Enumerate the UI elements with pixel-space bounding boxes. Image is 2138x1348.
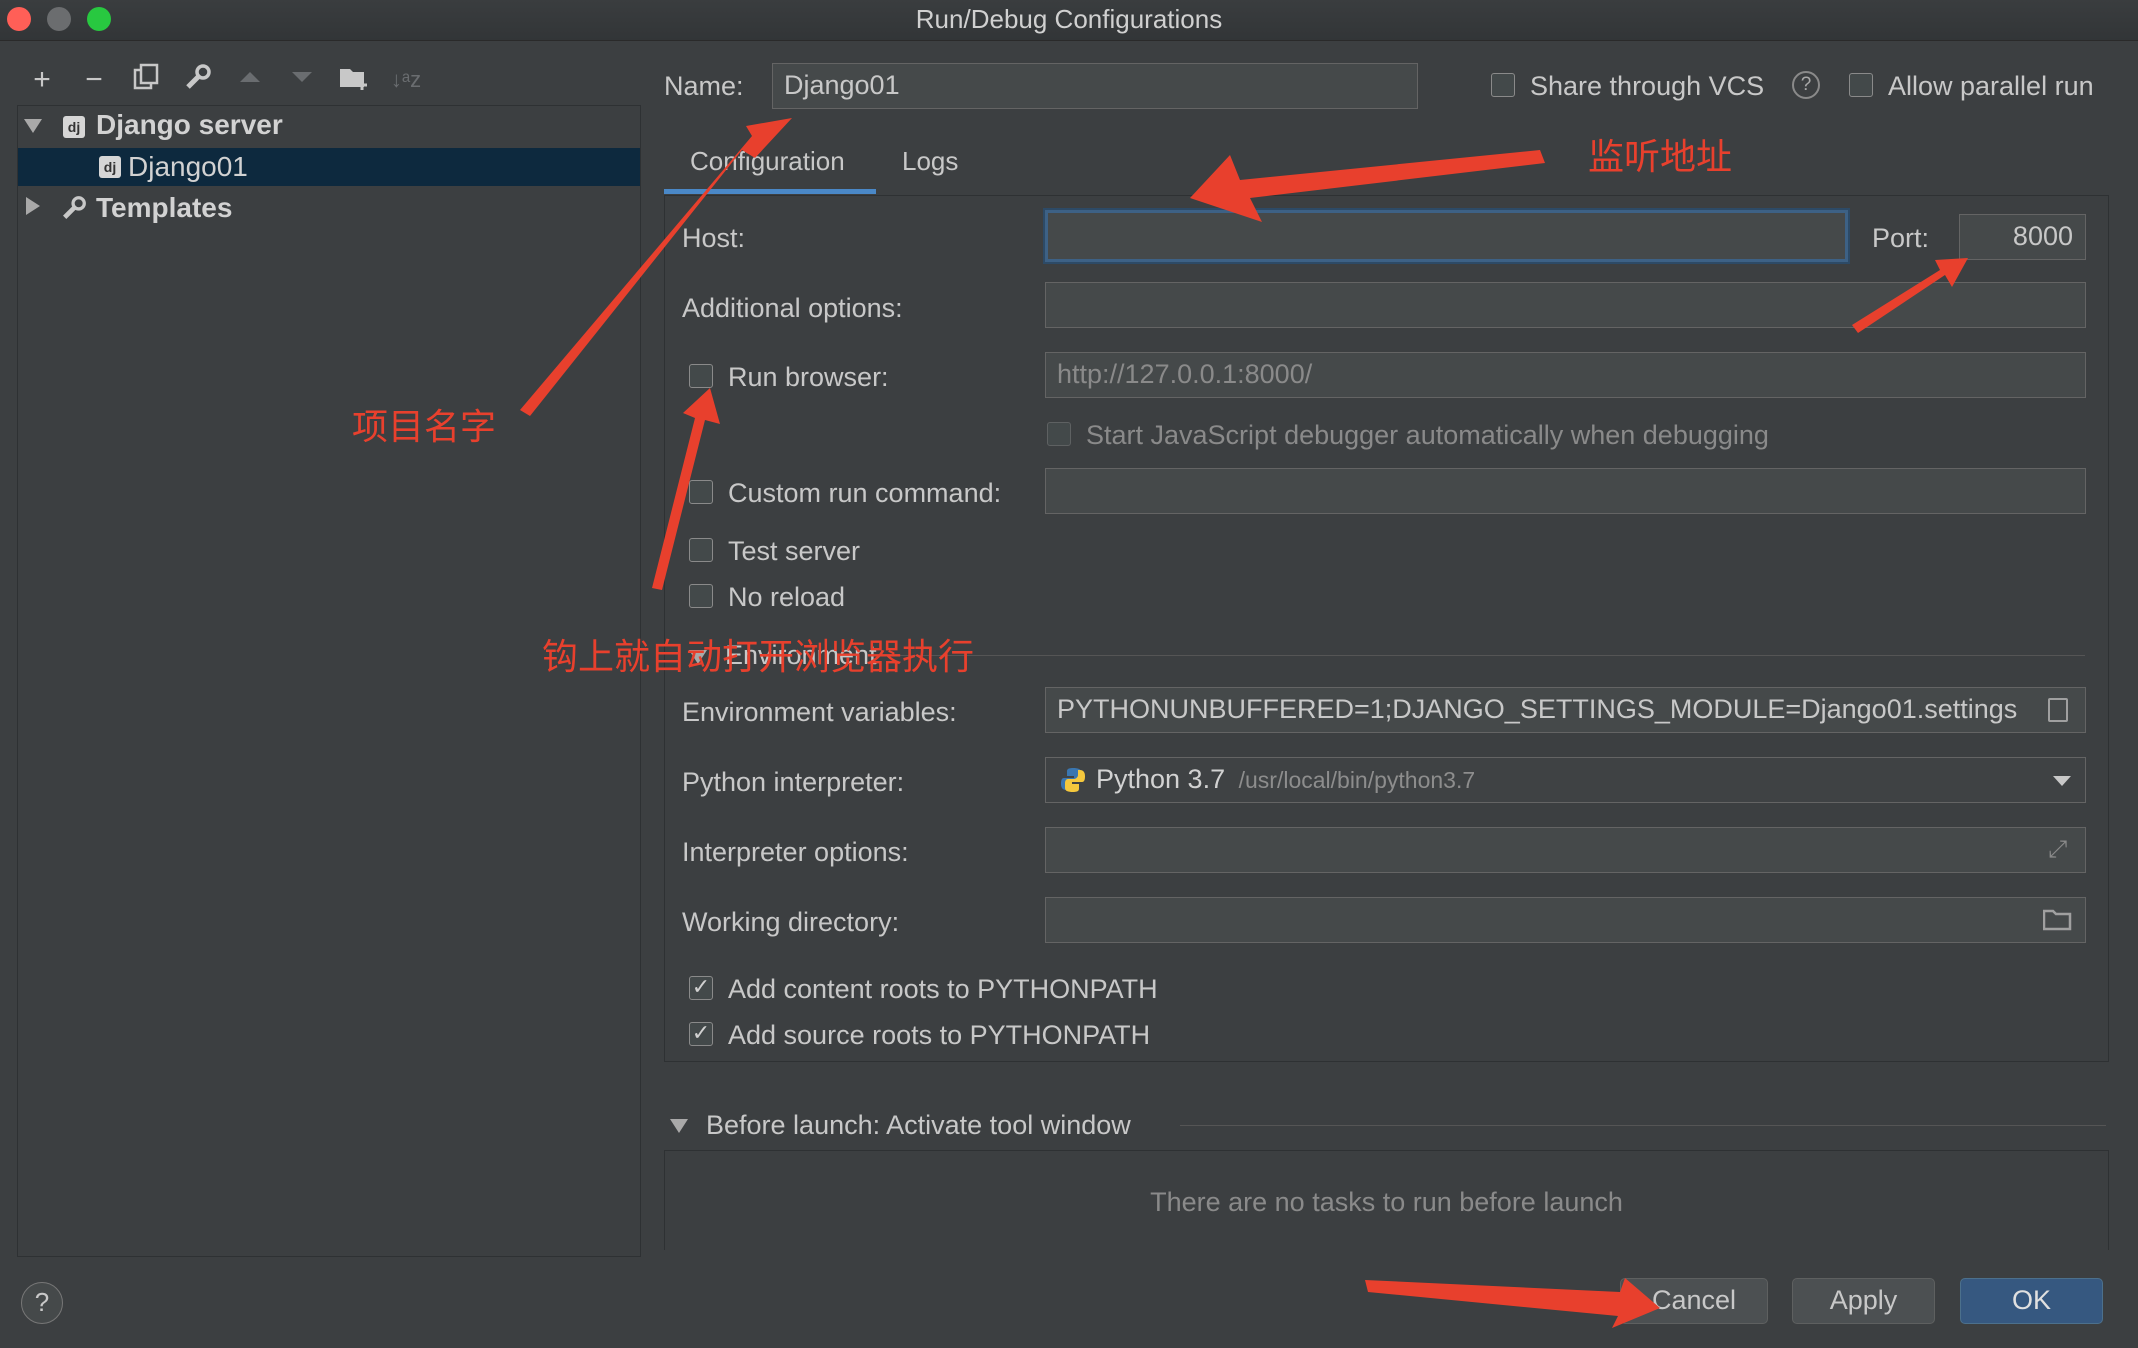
before-launch-label[interactable]: Before launch: Activate tool window — [706, 1110, 1131, 1141]
allow-parallel-label: Allow parallel run — [1888, 71, 2094, 101]
port-label: Port: — [1872, 223, 1930, 253]
custom-run-command-input[interactable] — [1045, 468, 2086, 514]
no-tasks-text: There are no tasks to run before launch — [1150, 1187, 1623, 1217]
tab-configuration[interactable]: Configuration — [690, 146, 845, 177]
window-title: Run/Debug Configurations — [915, 4, 1223, 34]
ok-button[interactable]: OK — [1960, 1278, 2103, 1324]
host-label: Host: — [682, 223, 746, 253]
python-interpreter-select[interactable]: Python 3.7 /usr/local/bin/python3.7 — [1045, 757, 2086, 803]
tree-item-label: Django01 — [128, 151, 248, 182]
cancel-button[interactable]: Cancel — [1620, 1278, 1768, 1324]
run-browser-label: Run browser: — [728, 362, 889, 392]
tree-item-django01[interactable]: dj Django01 — [18, 148, 640, 186]
apply-button[interactable]: Apply — [1792, 1278, 1935, 1324]
active-tab-indicator — [664, 189, 876, 194]
django-icon: dj — [99, 156, 121, 178]
environment-separator — [885, 655, 2085, 656]
source-roots-label: Add source roots to PYTHONPATH — [728, 1020, 1151, 1050]
custom-run-command-checkbox[interactable] — [689, 480, 713, 504]
django-icon: dj — [63, 116, 85, 138]
test-server-checkbox[interactable] — [689, 538, 713, 562]
arrow-to-cancel — [1365, 1278, 1660, 1328]
sort-icon[interactable]: ↓ᵃz — [388, 62, 424, 98]
js-debugger-checkbox[interactable] — [1047, 422, 1071, 446]
env-vars-label: Environment variables: — [682, 697, 957, 727]
no-reload-checkbox[interactable] — [689, 584, 713, 608]
env-vars-input[interactable]: PYTHONUNBUFFERED=1;DJANGO_SETTINGS_MODUL… — [1045, 687, 2086, 733]
edit-list-icon[interactable] — [2048, 698, 2068, 722]
share-vcs-checkbox[interactable] — [1491, 73, 1515, 97]
allow-parallel-checkbox[interactable] — [1849, 73, 1873, 97]
wrench-icon — [60, 194, 88, 227]
before-launch-separator — [1180, 1125, 2106, 1126]
annotation-project-name: 项目名字 — [352, 406, 497, 447]
tree-item-templates[interactable]: Templates — [96, 189, 232, 227]
wrench-icon[interactable] — [180, 62, 216, 98]
python-icon — [1059, 766, 1087, 799]
move-up-icon[interactable] — [232, 62, 268, 98]
expand-icon[interactable]: ⤢ — [2048, 836, 2067, 864]
test-server-label: Test server — [728, 536, 861, 566]
port-input[interactable]: 8000 — [1959, 214, 2086, 260]
help-button[interactable]: ? — [21, 1282, 63, 1324]
python-interpreter-label: Python interpreter: — [682, 767, 905, 797]
additional-options-label: Additional options: — [682, 293, 903, 323]
annotation-auto-open-browser: 钩上就自动打开浏览器执行 — [542, 636, 975, 677]
copy-icon[interactable] — [128, 62, 164, 98]
python-interpreter-path: /usr/local/bin/python3.7 — [1238, 767, 1476, 793]
configuration-tree: dj Django server dj Django01 Templates — [17, 105, 641, 1257]
run-browser-url-input[interactable]: http://127.0.0.1:8000/ — [1045, 352, 2086, 398]
content-roots-label: Add content roots to PYTHONPATH — [728, 974, 1158, 1004]
working-directory-input[interactable] — [1045, 897, 2086, 943]
tree-group-django-server[interactable]: Django server — [96, 106, 283, 144]
new-folder-icon[interactable] — [336, 62, 372, 98]
interpreter-options-input[interactable] — [1045, 827, 2086, 873]
source-roots-checkbox[interactable]: ✓ — [689, 1022, 713, 1046]
annotation-listen-address: 监听地址 — [1588, 136, 1733, 177]
content-roots-checkbox[interactable]: ✓ — [689, 976, 713, 1000]
share-vcs-label: Share through VCS — [1530, 71, 1765, 101]
move-down-icon[interactable] — [284, 62, 320, 98]
help-circle-icon[interactable]: ? — [1792, 71, 1820, 99]
interpreter-options-label: Interpreter options: — [682, 837, 909, 867]
chevron-down-icon[interactable] — [2053, 776, 2071, 786]
working-directory-label: Working directory: — [682, 907, 900, 937]
before-launch-panel: There are no tasks to run before launch — [664, 1150, 2109, 1250]
name-label: Name: — [664, 71, 744, 101]
add-icon[interactable]: + — [24, 62, 60, 98]
env-vars-value: PYTHONUNBUFFERED=1;DJANGO_SETTINGS_MODUL… — [1057, 694, 2018, 724]
folder-icon[interactable] — [2042, 908, 2073, 937]
python-interpreter-name: Python 3.7 — [1096, 764, 1226, 794]
js-debugger-label: Start JavaScript debugger automatically … — [1086, 420, 1769, 450]
collapse-arrow-icon[interactable] — [26, 197, 40, 215]
before-launch-expand-icon[interactable] — [670, 1119, 688, 1133]
title-bar: Run/Debug Configurations — [0, 0, 2138, 41]
host-input[interactable] — [1045, 210, 1848, 262]
additional-options-input[interactable] — [1045, 282, 2086, 328]
name-input[interactable]: Django01 — [772, 63, 1418, 109]
no-reload-label: No reload — [728, 582, 846, 612]
run-browser-checkbox[interactable] — [689, 364, 713, 388]
remove-icon[interactable]: − — [76, 62, 112, 98]
custom-run-command-label: Custom run command: — [728, 478, 1002, 508]
expand-arrow-icon[interactable] — [24, 119, 42, 133]
tab-logs[interactable]: Logs — [902, 146, 958, 177]
